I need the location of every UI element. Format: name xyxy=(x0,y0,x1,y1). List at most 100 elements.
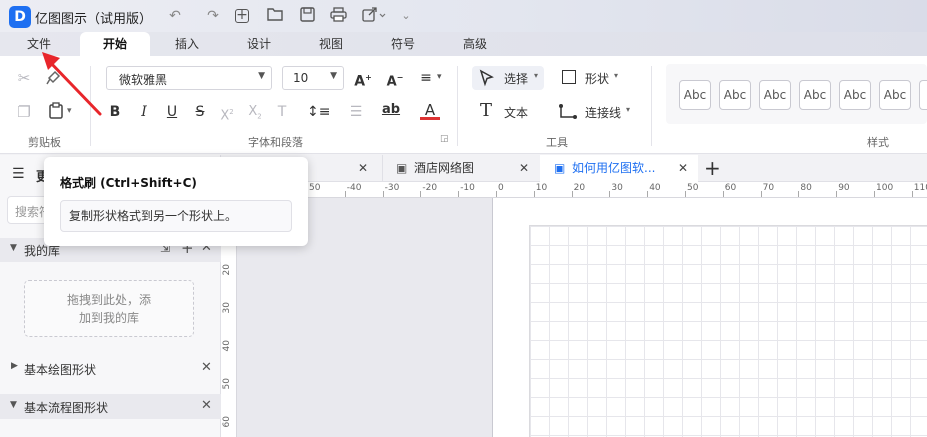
select-tool-label: 选择 xyxy=(504,72,529,86)
library-basic-drawing[interactable]: ▶ 基本绘图形状 ✕ xyxy=(0,356,221,380)
drop-hint-line2: 加到我的库 xyxy=(78,311,139,325)
font-color-icon[interactable]: A xyxy=(420,100,440,120)
library-label: 基本绘图形状 xyxy=(24,363,97,377)
style-swatch[interactable]: Abc xyxy=(759,80,791,110)
shape-tool-label: 形状 xyxy=(585,72,610,86)
annotation-arrow-icon xyxy=(42,52,102,116)
chevron-down-icon: ▾ xyxy=(614,71,619,80)
ruler-tick-label: 50 xyxy=(687,183,699,193)
doc-tab-active[interactable]: ▣ 如何用亿图软... ✕ xyxy=(540,155,698,182)
underline-icon[interactable]: U xyxy=(162,102,182,122)
library-basic-flowchart[interactable]: ▼ 基本流程图形状 ✕ xyxy=(0,394,221,419)
save-icon[interactable] xyxy=(298,7,316,25)
drop-hint-line1: 拖拽到此处，添 xyxy=(66,293,151,307)
tab-view[interactable]: 视图 xyxy=(306,32,356,56)
ruler-tick-label: 30 xyxy=(222,302,232,314)
increase-font-icon[interactable]: A+ xyxy=(353,68,373,90)
tab-insert[interactable]: 插入 xyxy=(162,32,212,56)
highlight-icon[interactable]: ab xyxy=(381,100,401,120)
expand-icon: ▼ xyxy=(10,243,17,253)
ruler-tick xyxy=(911,191,913,197)
ruler-tick xyxy=(344,191,346,197)
ruler-tick xyxy=(722,191,724,197)
strikethrough-icon[interactable]: S xyxy=(190,102,210,122)
app-logo: D xyxy=(9,6,31,28)
expand-icon: ▶ xyxy=(11,361,18,371)
rectangle-icon xyxy=(562,70,576,84)
ruler-tick-label: 20 xyxy=(222,264,232,276)
ruler-tick-label: -40 xyxy=(346,183,362,193)
tab-symbols[interactable]: 符号 xyxy=(378,32,428,56)
style-swatch[interactable]: Abc xyxy=(839,80,871,110)
tools-group-label: 工具 xyxy=(546,136,568,149)
line-spacing-icon[interactable]: ↕≡ xyxy=(307,102,330,122)
align-icon[interactable]: ≡ xyxy=(416,68,436,88)
tab-advanced[interactable]: 高级 xyxy=(450,32,500,56)
text-tool-label: 文本 xyxy=(504,106,529,120)
ruler-tick xyxy=(685,191,686,197)
redo-icon[interactable]: ↷ xyxy=(204,7,222,25)
open-icon[interactable] xyxy=(266,7,284,25)
ruler-tick-label: 50 xyxy=(309,183,321,193)
text-tool-icon: T xyxy=(480,100,493,121)
horizontal-ruler: 50 -40 -30 -20 -10 0 10 20 30 40 50 60 70 80 90 100 110 xyxy=(237,182,927,198)
connector-tool-button[interactable]: 连接线 ▾ xyxy=(558,100,638,124)
close-icon[interactable]: ✕ xyxy=(201,398,212,413)
drawing-canvas[interactable] xyxy=(237,198,927,437)
ruler-tick xyxy=(836,191,838,197)
ruler-tick-label: 80 xyxy=(800,183,812,193)
font-size-select[interactable]: 10 ▼ xyxy=(282,66,344,90)
ruler-tick xyxy=(760,191,762,197)
style-swatch[interactable]: Abc xyxy=(879,80,911,110)
ribbon-separator xyxy=(457,66,458,146)
close-tab-icon[interactable]: ✕ xyxy=(678,155,688,182)
print-icon[interactable] xyxy=(329,7,347,25)
page-grid xyxy=(529,225,927,437)
ruler-tick xyxy=(382,191,384,197)
ruler-tick-label: 70 xyxy=(762,183,775,193)
customize-icon[interactable]: ⌄ xyxy=(397,7,415,25)
copy-icon[interactable]: ❐ xyxy=(14,102,34,122)
style-swatch[interactable]: Abc xyxy=(719,80,751,110)
close-icon[interactable]: ✕ xyxy=(201,360,212,375)
connector-tool-label: 连接线 xyxy=(585,106,622,120)
ruler-tick xyxy=(798,191,800,197)
decrease-font-icon[interactable]: A− xyxy=(385,68,405,89)
export-icon[interactable] xyxy=(361,7,387,25)
italic-icon[interactable]: I xyxy=(134,102,154,122)
style-group-label: 样式 xyxy=(867,136,889,149)
tab-design[interactable]: 设计 xyxy=(234,32,284,56)
style-swatch[interactable]: Abc xyxy=(799,80,831,110)
ruler-tick-label: -20 xyxy=(422,183,438,193)
ruler-tick xyxy=(533,191,535,197)
text-tool-button[interactable]: T 文本 xyxy=(478,100,538,124)
style-swatch[interactable]: Abc xyxy=(679,80,711,110)
doc-tab-hotel-network[interactable]: ▣ 酒店网络图 ✕ xyxy=(382,155,538,182)
close-tab-icon[interactable]: ✕ xyxy=(358,161,368,175)
new-icon[interactable]: + xyxy=(235,8,249,23)
shape-tool-button[interactable]: 形状 ▾ xyxy=(560,66,626,90)
doc-tab-label: 如何用亿图软... xyxy=(572,161,656,175)
style-swatch[interactable] xyxy=(919,80,927,110)
ruler-tick xyxy=(609,191,611,197)
align-dropdown-icon[interactable]: ▾ xyxy=(437,72,442,82)
font-family-select[interactable]: 微软雅黑 ▼ xyxy=(106,66,272,90)
font-group-label: 字体和段落 xyxy=(248,136,303,149)
library-drop-zone[interactable]: 拖拽到此处，添 加到我的库 xyxy=(24,280,194,337)
ruler-tick xyxy=(647,191,649,197)
superscript-icon[interactable]: X2 xyxy=(217,102,237,123)
add-tab-icon[interactable]: + xyxy=(704,156,721,180)
drawing-page[interactable] xyxy=(492,198,927,437)
ruler-tick xyxy=(571,191,573,197)
ruler-tick-label: 40 xyxy=(222,340,232,352)
font-dialog-launcher-icon[interactable]: ◲ xyxy=(440,134,449,144)
text-case-icon[interactable]: T xyxy=(272,102,292,122)
undo-icon[interactable]: ↶ xyxy=(166,7,184,25)
bold-icon[interactable]: B xyxy=(105,102,125,122)
list-icon[interactable]: ☰ xyxy=(346,102,366,122)
select-tool-button[interactable]: 选择 ▾ xyxy=(472,66,544,90)
cut-icon[interactable]: ✂ xyxy=(14,68,34,88)
chevron-down-icon: ▼ xyxy=(258,71,265,81)
subscript-icon[interactable]: X2 xyxy=(245,102,265,122)
close-tab-icon[interactable]: ✕ xyxy=(519,155,529,182)
